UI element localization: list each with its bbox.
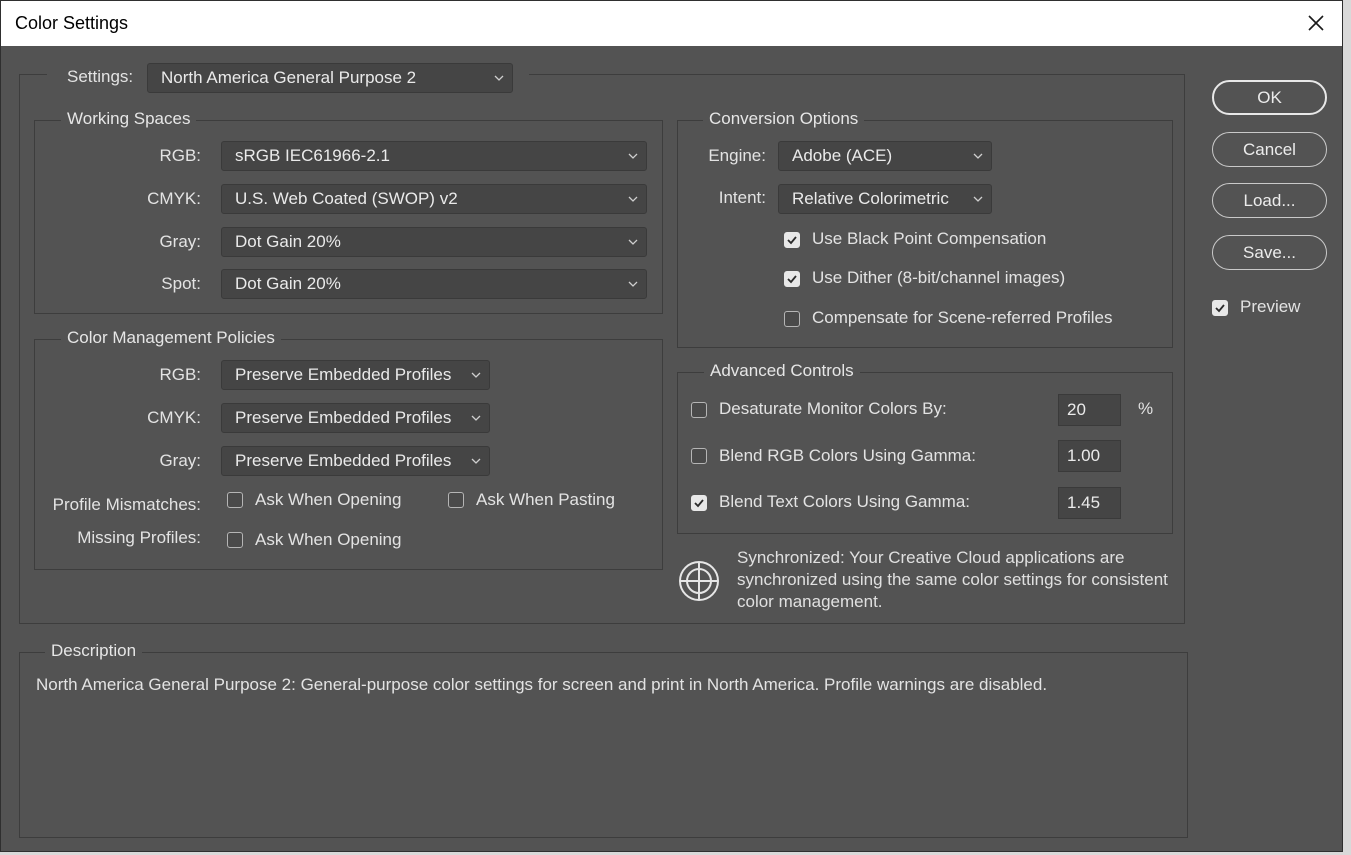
description-text: North America General Purpose 2: General… <box>36 675 1048 694</box>
engine-label: Engine: <box>708 146 766 165</box>
blend-text-checkbox[interactable] <box>691 495 707 511</box>
window-title: Color Settings <box>15 13 129 33</box>
ws-spot-select[interactable]: Dot Gain 20% <box>221 269 647 299</box>
black-point-label: Use Black Point Compensation <box>812 229 1047 248</box>
chevron-down-icon <box>628 239 638 245</box>
mismatch-paste-checkbox[interactable] <box>448 492 464 508</box>
title-bar: Color Settings <box>1 1 1342 46</box>
intent-label: Intent: <box>718 188 766 207</box>
ws-cmyk-value: U.S. Web Coated (SWOP) v2 <box>235 189 458 208</box>
settings-label: Settings: <box>67 67 134 86</box>
cancel-button[interactable]: Cancel <box>1212 132 1327 167</box>
chevron-down-icon <box>628 281 638 287</box>
blend-rgb-checkbox[interactable] <box>691 448 707 464</box>
checkmark-icon <box>1215 304 1225 313</box>
policy-gray-label: Gray: <box>159 451 201 470</box>
policy-gray-value: Preserve Embedded Profiles <box>235 451 452 470</box>
desaturate-unit: % <box>1138 399 1154 418</box>
missing-open-checkbox[interactable] <box>227 532 243 548</box>
ws-rgb-value: sRGB IEC61966-2.1 <box>235 146 390 165</box>
chevron-down-icon <box>628 153 638 159</box>
ws-gray-label: Gray: <box>159 232 201 251</box>
blend-rgb-value: 1.00 <box>1067 446 1101 465</box>
close-button[interactable] <box>1296 3 1336 43</box>
ws-gray-value: Dot Gain 20% <box>235 232 341 251</box>
conversion-legend: Conversion Options <box>703 109 865 129</box>
settings-select[interactable]: North America General Purpose 2 <box>147 63 513 93</box>
chevron-down-icon <box>973 153 983 159</box>
missing-profiles-label: Missing Profiles: <box>77 528 201 547</box>
policy-cmyk-select[interactable]: Preserve Embedded Profiles <box>221 403 490 433</box>
scene-referred-label: Compensate for Scene-referred Profiles <box>812 308 1113 327</box>
description-legend: Description <box>45 641 143 661</box>
ws-cmyk-label: CMYK: <box>147 189 201 208</box>
working-spaces-legend: Working Spaces <box>61 109 197 129</box>
engine-select[interactable]: Adobe (ACE) <box>778 141 992 171</box>
checkmark-icon <box>694 499 704 508</box>
engine-value: Adobe (ACE) <box>792 146 893 165</box>
chevron-down-icon <box>628 196 638 202</box>
sync-status-text: Synchronized: Your Creative Cloud applic… <box>737 548 1168 611</box>
dither-label: Use Dither (8-bit/channel images) <box>812 268 1066 287</box>
checkmark-icon <box>787 275 797 284</box>
checkmark-icon <box>787 236 797 245</box>
policy-rgb-label: RGB: <box>159 365 201 384</box>
chevron-down-icon <box>471 372 481 378</box>
advanced-legend: Advanced Controls <box>704 361 860 381</box>
preview-label: Preview <box>1240 297 1301 316</box>
policy-cmyk-value: Preserve Embedded Profiles <box>235 408 452 427</box>
scene-referred-checkbox[interactable] <box>784 311 800 327</box>
ok-button[interactable]: OK <box>1212 80 1327 115</box>
desaturate-label: Desaturate Monitor Colors By: <box>719 399 947 418</box>
ws-spot-label: Spot: <box>161 274 201 293</box>
desaturate-checkbox[interactable] <box>691 402 707 418</box>
profile-mismatches-label: Profile Mismatches: <box>52 495 201 514</box>
policy-rgb-value: Preserve Embedded Profiles <box>235 365 452 384</box>
blend-text-input[interactable]: 1.45 <box>1058 487 1121 519</box>
blend-text-label: Blend Text Colors Using Gamma: <box>719 492 971 511</box>
blend-rgb-input[interactable]: 1.00 <box>1058 440 1121 472</box>
ws-spot-value: Dot Gain 20% <box>235 274 341 293</box>
intent-select[interactable]: Relative Colorimetric <box>778 184 992 214</box>
mismatch-paste-label: Ask When Pasting <box>476 490 615 509</box>
chevron-down-icon <box>471 458 481 464</box>
chevron-down-icon <box>471 415 481 421</box>
intent-value: Relative Colorimetric <box>792 189 949 208</box>
ws-cmyk-select[interactable]: U.S. Web Coated (SWOP) v2 <box>221 184 647 214</box>
policies-legend: Color Management Policies <box>61 328 281 348</box>
close-icon <box>1308 15 1324 31</box>
blend-rgb-label: Blend RGB Colors Using Gamma: <box>719 446 976 465</box>
color-settings-dialog: Color Settings Settings: North America G… <box>0 0 1343 852</box>
blend-text-value: 1.45 <box>1067 493 1101 512</box>
black-point-checkbox[interactable] <box>784 232 800 248</box>
chevron-down-icon <box>973 196 983 202</box>
settings-select-value: North America General Purpose 2 <box>161 68 417 87</box>
chevron-down-icon <box>494 75 504 81</box>
mismatch-open-checkbox[interactable] <box>227 492 243 508</box>
missing-open-label: Ask When Opening <box>255 530 402 549</box>
policy-gray-select[interactable]: Preserve Embedded Profiles <box>221 446 490 476</box>
ws-rgb-label: RGB: <box>159 146 201 165</box>
save-button[interactable]: Save... <box>1212 235 1327 270</box>
policy-rgb-select[interactable]: Preserve Embedded Profiles <box>221 360 490 390</box>
desaturate-value: 20 <box>1067 400 1086 419</box>
policy-cmyk-label: CMYK: <box>147 408 201 427</box>
dither-checkbox[interactable] <box>784 271 800 287</box>
sync-target-icon <box>679 561 719 601</box>
ws-gray-select[interactable]: Dot Gain 20% <box>221 227 647 257</box>
desaturate-input[interactable]: 20 <box>1058 394 1121 426</box>
load-button[interactable]: Load... <box>1212 183 1327 218</box>
mismatch-open-label: Ask When Opening <box>255 490 402 509</box>
ws-rgb-select[interactable]: sRGB IEC61966-2.1 <box>221 141 647 171</box>
preview-checkbox[interactable] <box>1212 300 1228 316</box>
